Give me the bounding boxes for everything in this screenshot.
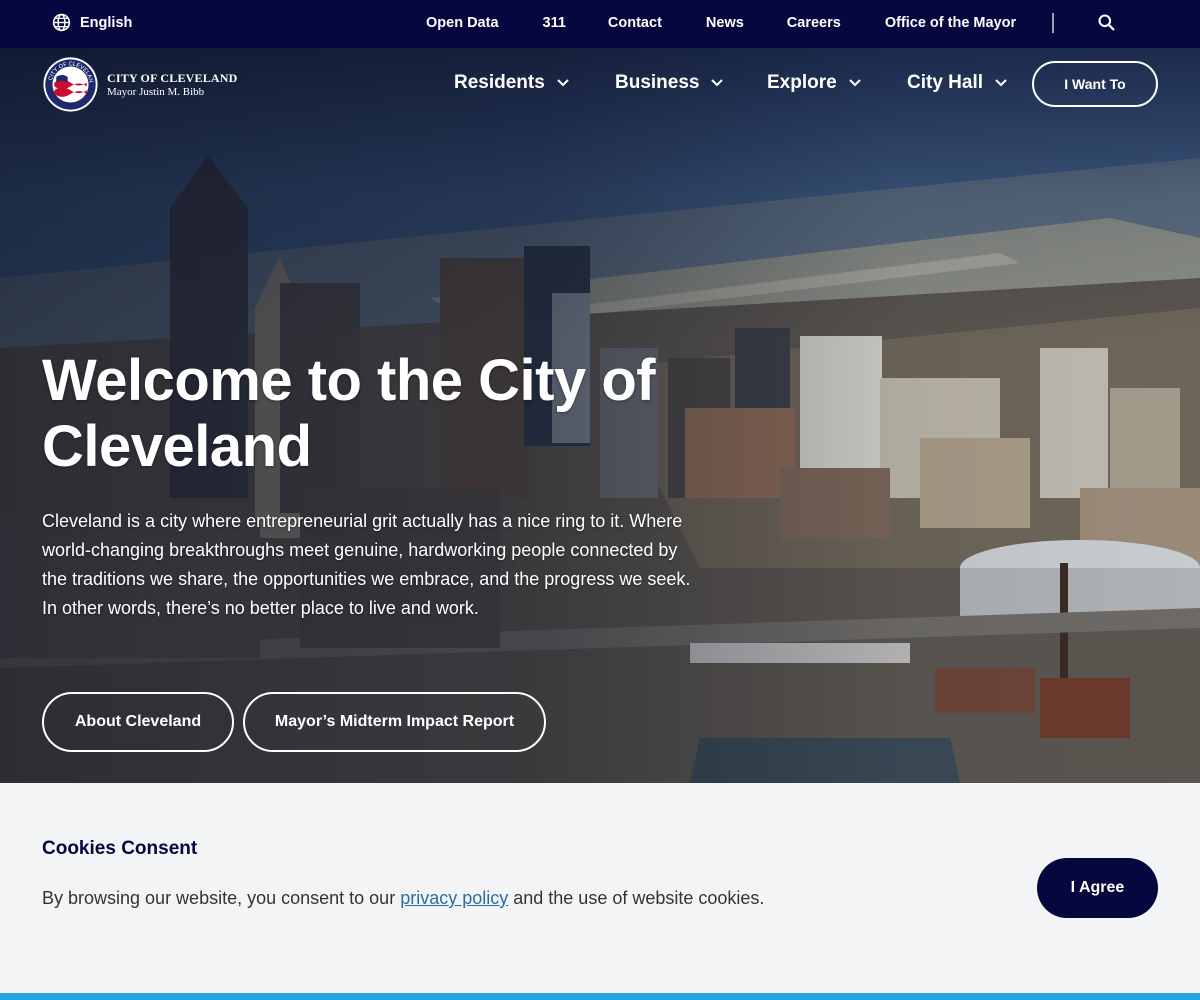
utility-separator — [1052, 13, 1054, 33]
midterm-impact-report-button[interactable]: Mayor’s Midterm Impact Report — [243, 692, 546, 752]
chevron-down-icon — [995, 79, 1007, 87]
hero-description: Cleveland is a city where entrepreneuria… — [42, 511, 691, 618]
chevron-down-icon — [848, 79, 861, 87]
hero-title: Welcome to the City of Cleveland — [42, 348, 656, 479]
globe-icon — [52, 13, 71, 32]
cookies-text: By browsing our website, you consent to … — [42, 884, 802, 913]
hero: CITY OF CLEVELAND OHIO CITY OF CLEVELAND… — [0, 48, 1200, 783]
nav-item-label: Explore — [767, 72, 837, 93]
language-label: English — [80, 14, 133, 31]
utility-links: Open Data 311 Contact News Careers Offic… — [426, 15, 1016, 31]
utility-bar: English Open Data 311 Contact News Caree… — [0, 0, 1200, 48]
nav-item-business[interactable]: Business — [615, 72, 724, 94]
util-link-careers[interactable]: Careers — [787, 15, 841, 31]
cookies-text-before: By browsing our website, you consent to … — [42, 888, 401, 908]
search-icon — [1098, 14, 1115, 31]
cookies-title: Cookies Consent — [42, 838, 198, 859]
util-link-contact[interactable]: Contact — [608, 15, 662, 31]
language-selector[interactable]: English — [52, 13, 132, 32]
util-link-open-data[interactable]: Open Data — [426, 15, 499, 31]
util-link-news[interactable]: News — [706, 15, 744, 31]
search-button[interactable] — [1098, 14, 1115, 35]
cookies-text-after: and the use of website cookies. — [508, 888, 765, 908]
i-want-to-button[interactable]: I Want To — [1032, 61, 1158, 107]
chevron-down-icon — [557, 79, 569, 87]
util-link-office-of-the-mayor[interactable]: Office of the Mayor — [885, 15, 1016, 31]
chevron-down-icon — [711, 79, 724, 87]
nav-item-residents[interactable]: Residents — [454, 72, 569, 94]
nav-item-label: Business — [615, 72, 700, 93]
util-link-311[interactable]: 311 — [543, 15, 566, 31]
main-nav: Residents Business Explore City Hall — [0, 70, 1200, 100]
privacy-policy-link[interactable]: privacy policy — [400, 888, 508, 908]
cookies-banner: Cookies Consent By browsing our website,… — [0, 783, 1200, 993]
bottom-stripe — [0, 993, 1200, 1000]
nav-item-city-hall[interactable]: City Hall — [907, 72, 1007, 94]
agree-button[interactable]: I Agree — [1037, 858, 1158, 918]
nav-item-label: Residents — [454, 72, 545, 93]
about-cleveland-button[interactable]: About Cleveland — [42, 692, 234, 752]
nav-item-label: City Hall — [907, 72, 984, 93]
nav-item-explore[interactable]: Explore — [767, 72, 861, 94]
